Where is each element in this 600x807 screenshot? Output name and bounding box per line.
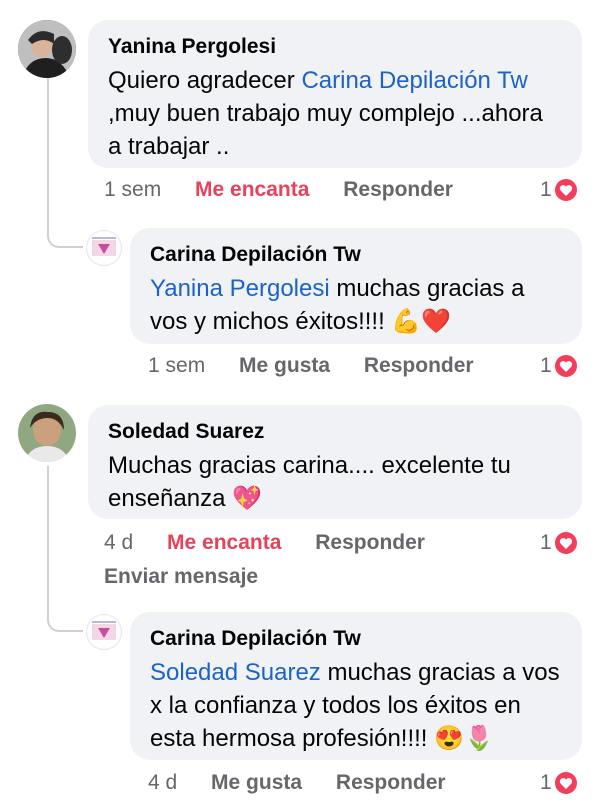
reaction-count-value: 1 xyxy=(540,531,552,554)
reaction-button[interactable]: Me encanta xyxy=(195,177,309,203)
comment-text: Muchas gracias carina.... excelente tu e… xyxy=(108,452,511,512)
reaction-count[interactable]: 1 xyxy=(540,530,577,556)
thread-line-curve xyxy=(47,620,83,632)
love-reaction-icon xyxy=(554,355,577,377)
comment-author[interactable]: Carina Depilación Tw xyxy=(150,242,562,268)
avatar[interactable] xyxy=(18,20,76,78)
page-avatar[interactable] xyxy=(86,614,122,650)
comment-text: Soledad Suarez muchas gracias a vos x la… xyxy=(150,656,562,755)
reaction-button[interactable]: Me gusta xyxy=(211,770,302,796)
reaction-count[interactable]: 1 xyxy=(540,353,577,379)
comment-bubble: Yanina Pergolesi Quiero agradecer Carina… xyxy=(88,20,582,168)
reaction-count-value: 1 xyxy=(540,354,552,377)
comment-text-pre: Quiero agradecer xyxy=(108,67,302,94)
reaction-count[interactable]: 1 xyxy=(540,770,577,796)
comment-time[interactable]: 1 sem xyxy=(104,177,161,203)
page-avatar[interactable] xyxy=(86,230,122,266)
comment-author[interactable]: Soledad Suarez xyxy=(108,419,562,445)
mention-link[interactable]: Yanina Pergolesi xyxy=(150,275,330,302)
comment-time[interactable]: 4 d xyxy=(104,530,133,556)
send-message-link[interactable]: Enviar mensaje xyxy=(104,564,258,590)
reaction-count-value: 1 xyxy=(540,178,552,201)
love-reaction-icon xyxy=(554,772,577,794)
reaction-button[interactable]: Me encanta xyxy=(167,530,281,556)
comment-time[interactable]: 4 d xyxy=(148,770,177,796)
mention-link[interactable]: Carina Depilación Tw xyxy=(301,67,527,94)
comment-text: Quiero agradecer Carina Depilación Tw ,m… xyxy=(108,64,562,163)
mention-link[interactable]: Soledad Suarez xyxy=(150,659,321,686)
thread-line xyxy=(47,466,49,620)
reaction-button[interactable]: Me gusta xyxy=(239,353,330,379)
love-reaction-icon xyxy=(554,532,577,554)
comment-actions: 1 sem Me gusta Responder xyxy=(148,353,474,379)
comment-actions: 1 sem Me encanta Responder xyxy=(104,177,453,203)
reaction-count-value: 1 xyxy=(540,771,552,794)
thread-line xyxy=(47,78,49,236)
comment-bubble: Carina Depilación Tw Soledad Suarez much… xyxy=(130,612,582,760)
comment-actions: 4 d Me gusta Responder xyxy=(148,770,446,796)
comment-text: Yanina Pergolesi muchas gracias a vos y … xyxy=(150,272,562,338)
comment-author[interactable]: Yanina Pergolesi xyxy=(108,34,562,60)
comment-bubble: Carina Depilación Tw Yanina Pergolesi mu… xyxy=(130,228,582,344)
avatar[interactable] xyxy=(18,404,76,462)
reply-button[interactable]: Responder xyxy=(315,530,425,556)
comment-time[interactable]: 1 sem xyxy=(148,353,205,379)
comment-text-post: ,muy buen trabajo muy complejo ...ahora … xyxy=(108,100,543,160)
comment-actions: 4 d Me encanta Responder xyxy=(104,530,425,556)
reply-button[interactable]: Responder xyxy=(343,177,453,203)
reaction-count[interactable]: 1 xyxy=(540,177,577,203)
thread-line-curve xyxy=(47,236,83,248)
comment-author[interactable]: Carina Depilación Tw xyxy=(150,626,562,652)
reply-button[interactable]: Responder xyxy=(336,770,446,796)
love-reaction-icon xyxy=(554,179,577,201)
comment-bubble: Soledad Suarez Muchas gracias carina....… xyxy=(88,405,582,519)
reply-button[interactable]: Responder xyxy=(364,353,474,379)
